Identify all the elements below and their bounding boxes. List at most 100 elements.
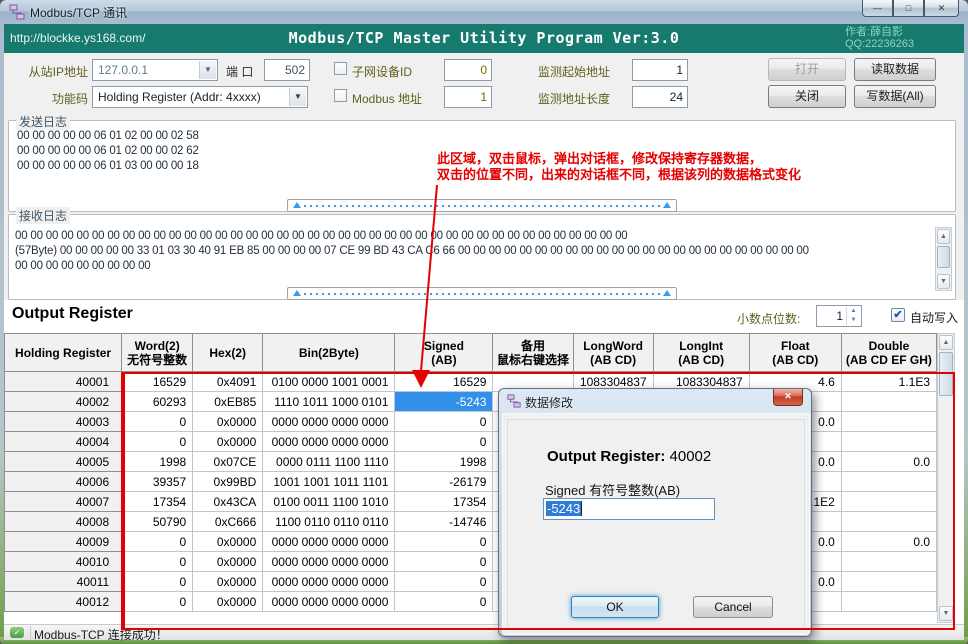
cell-word[interactable]: 50790 <box>122 512 193 532</box>
cell-bin[interactable]: 0000 0111 1100 1110 <box>263 452 395 472</box>
cell-double[interactable] <box>841 552 936 572</box>
cell-signed[interactable]: 1998 <box>395 452 493 472</box>
cell-hex[interactable]: 0x43CA <box>193 492 263 512</box>
cell-word[interactable]: 0 <box>122 432 193 452</box>
scroll-right-icon[interactable] <box>663 290 671 296</box>
modbus-address-checkbox[interactable] <box>334 89 347 102</box>
minimize-button[interactable]: — <box>862 0 893 17</box>
table-vscrollbar[interactable]: ▲ ▼ <box>937 333 955 623</box>
cell-hex[interactable]: 0xEB85 <box>193 392 263 412</box>
address-length-field[interactable]: 24 <box>632 86 688 108</box>
cell-signed[interactable]: 0 <box>395 532 493 552</box>
cell-hex[interactable]: 0x0000 <box>193 432 263 452</box>
recv-log-vscrollbar[interactable]: ▲ ▼ <box>935 227 952 291</box>
cell-hex[interactable]: 0x0000 <box>193 412 263 432</box>
cell-hex[interactable]: 0x07CE <box>193 452 263 472</box>
dropdown-arrow-icon[interactable]: ▼ <box>289 88 306 106</box>
cell-word[interactable]: 39357 <box>122 472 193 492</box>
cell-word[interactable]: 16529 <box>122 372 193 392</box>
recv-log-hscrollbar[interactable] <box>287 287 677 300</box>
recv-log-content[interactable]: 00 00 00 00 00 00 00 00 00 00 00 00 00 0… <box>15 229 933 274</box>
ok-button[interactable]: OK <box>571 596 659 618</box>
scrollbar-thumb[interactable] <box>939 352 953 396</box>
cell-double[interactable]: 0.0 <box>841 532 936 552</box>
cell-word[interactable]: 0 <box>122 532 193 552</box>
function-code-select[interactable]: Holding Register (Addr: 4xxxx) ▼ <box>92 86 308 108</box>
cell-signed[interactable]: -5243 <box>395 392 493 412</box>
cell-signed[interactable]: 0 <box>395 412 493 432</box>
send-log-hscrollbar[interactable] <box>287 199 677 212</box>
cell-signed[interactable]: -26179 <box>395 472 493 492</box>
dialog-close-button[interactable]: ✕ <box>773 389 803 406</box>
cancel-button[interactable]: Cancel <box>693 596 773 618</box>
close-button[interactable]: ✕ <box>924 0 959 17</box>
cell-word[interactable]: 0 <box>122 552 193 572</box>
cell-hex[interactable]: 0x0000 <box>193 572 263 592</box>
cell-hex[interactable]: 0xC666 <box>193 512 263 532</box>
cell-bin[interactable]: 0000 0000 0000 0000 <box>263 412 395 432</box>
cell-word[interactable]: 0 <box>122 572 193 592</box>
cell-word[interactable]: 0 <box>122 592 193 612</box>
cell-word[interactable]: 60293 <box>122 392 193 412</box>
modbus-address-field[interactable]: 1 <box>444 86 492 108</box>
cell-double[interactable] <box>841 392 936 412</box>
cell-bin[interactable]: 0100 0000 1001 0001 <box>263 372 395 392</box>
cell-bin[interactable]: 0000 0000 0000 0000 <box>263 532 395 552</box>
cell-bin[interactable]: 1110 1011 1000 0101 <box>263 392 395 412</box>
scroll-down-icon[interactable]: ▼ <box>939 606 953 621</box>
auto-write-checkbox[interactable]: ✔ <box>891 308 905 322</box>
dropdown-arrow-icon[interactable]: ▼ <box>199 61 216 79</box>
cell-double[interactable]: 1.1E3 <box>841 372 936 392</box>
cell-double[interactable] <box>841 472 936 492</box>
cell-bin[interactable]: 0000 0000 0000 0000 <box>263 552 395 572</box>
decimal-places-spinner[interactable]: 1 ▲▼ <box>816 305 862 327</box>
send-log-content[interactable]: 00 00 00 00 00 06 01 02 00 00 02 5800 00… <box>17 129 947 174</box>
cell-double[interactable] <box>841 412 936 432</box>
subnet-id-checkbox[interactable] <box>334 62 347 75</box>
scroll-down-icon[interactable]: ▼ <box>937 274 950 289</box>
cell-hex[interactable]: 0x0000 <box>193 592 263 612</box>
cell-hex[interactable]: 0x99BD <box>193 472 263 492</box>
maximize-button[interactable]: □ <box>893 0 924 17</box>
cell-hex[interactable]: 0x0000 <box>193 552 263 572</box>
start-address-field[interactable]: 1 <box>632 59 688 81</box>
cell-signed[interactable]: 0 <box>395 432 493 452</box>
open-button[interactable]: 打开 <box>768 58 846 81</box>
scroll-left-icon[interactable] <box>293 290 301 296</box>
scrollbar-thumb[interactable] <box>937 246 950 268</box>
window-titlebar[interactable]: Modbus/TCP 通讯 — □ ✕ <box>0 0 968 24</box>
cell-signed[interactable]: 0 <box>395 552 493 572</box>
cell-signed[interactable]: 17354 <box>395 492 493 512</box>
read-data-button[interactable]: 读取数据 <box>854 58 936 81</box>
cell-signed[interactable]: 16529 <box>395 372 493 392</box>
ip-combobox[interactable]: 127.0.0.1 ▼ <box>92 59 218 81</box>
dialog-value-input[interactable]: -5243 <box>543 498 715 520</box>
cell-signed[interactable]: 0 <box>395 572 493 592</box>
cell-bin[interactable]: 0100 0011 1100 1010 <box>263 492 395 512</box>
cell-double[interactable] <box>841 572 936 592</box>
port-field[interactable]: 502 <box>264 59 310 81</box>
cell-double[interactable] <box>841 512 936 532</box>
scroll-up-icon[interactable]: ▲ <box>937 229 950 244</box>
cell-hex[interactable]: 0x0000 <box>193 532 263 552</box>
spinner-arrows-icon[interactable]: ▲▼ <box>846 307 860 325</box>
cell-double[interactable] <box>841 492 936 512</box>
cell-bin[interactable]: 0000 0000 0000 0000 <box>263 432 395 452</box>
cell-signed[interactable]: -14746 <box>395 512 493 532</box>
write-data-button[interactable]: 写数据(All) <box>854 85 936 108</box>
close-connection-button[interactable]: 关闭 <box>768 85 846 108</box>
cell-double[interactable] <box>841 592 936 612</box>
cell-word[interactable]: 17354 <box>122 492 193 512</box>
subnet-id-field[interactable]: 0 <box>444 59 492 81</box>
cell-bin[interactable]: 1100 0110 0110 0110 <box>263 512 395 532</box>
cell-bin[interactable]: 0000 0000 0000 0000 <box>263 572 395 592</box>
scroll-up-icon[interactable]: ▲ <box>939 335 953 350</box>
cell-double[interactable] <box>841 432 936 452</box>
cell-hex[interactable]: 0x4091 <box>193 372 263 392</box>
cell-word[interactable]: 0 <box>122 412 193 432</box>
cell-signed[interactable]: 0 <box>395 592 493 612</box>
cell-bin[interactable]: 1001 1001 1011 1101 <box>263 472 395 492</box>
scroll-right-icon[interactable] <box>663 202 671 208</box>
cell-bin[interactable]: 0000 0000 0000 0000 <box>263 592 395 612</box>
scroll-left-icon[interactable] <box>293 202 301 208</box>
